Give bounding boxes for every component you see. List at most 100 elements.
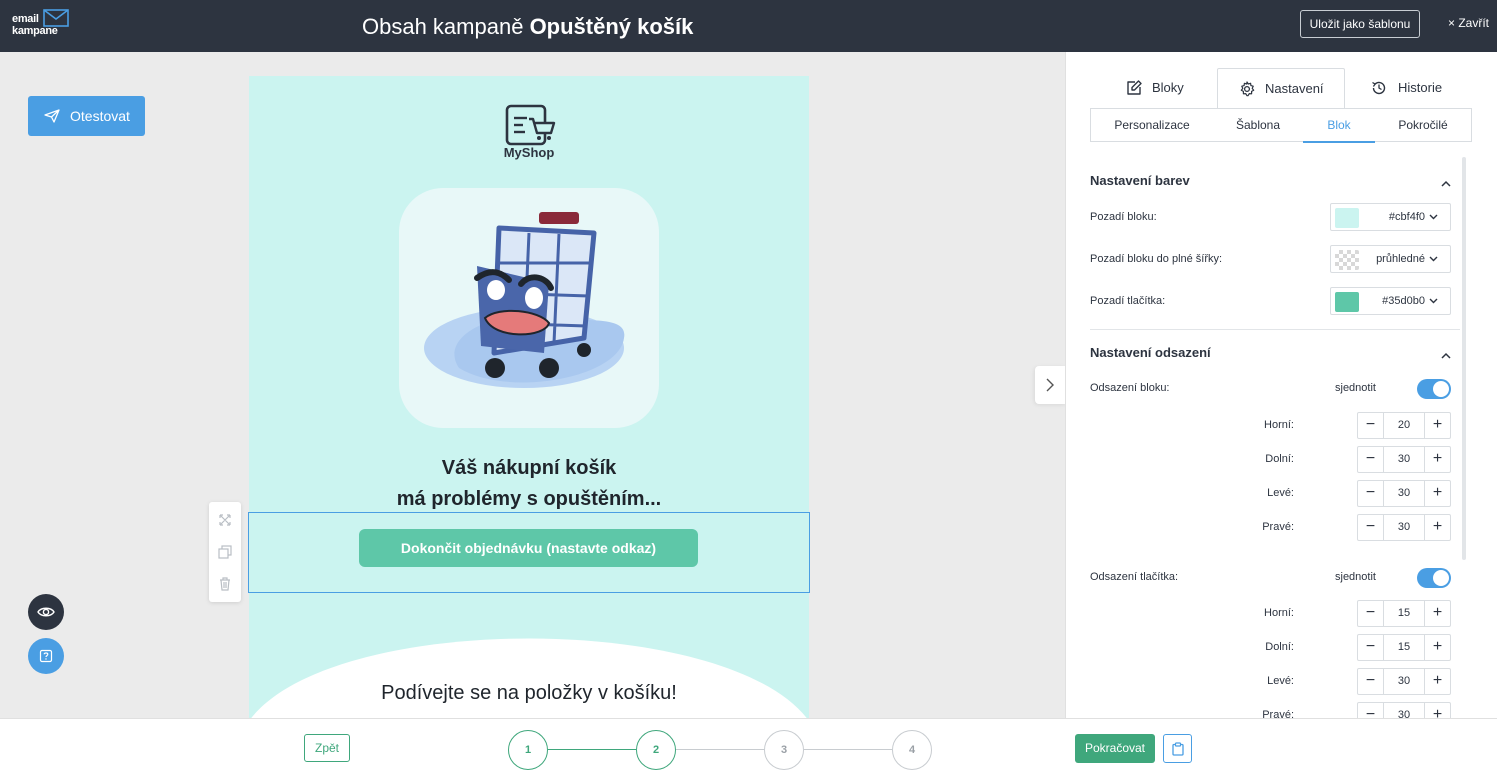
test-button[interactable]: Otestovat — [28, 96, 145, 136]
complete-order-button[interactable]: Dokončit objednávku (nastavte odkaz) — [359, 529, 698, 567]
decrement-button[interactable]: − — [1358, 601, 1384, 626]
subtab-blok[interactable]: Blok — [1303, 109, 1375, 143]
color-swatch — [1335, 208, 1359, 228]
block-padding-unify-toggle[interactable] — [1417, 379, 1451, 399]
panel-scrollbar[interactable] — [1462, 157, 1466, 560]
block-background-label: Pozadí bloku: — [1090, 211, 1157, 223]
step-2[interactable]: 2 — [636, 730, 676, 770]
increment-button[interactable]: + — [1424, 601, 1450, 626]
increment-button[interactable]: + — [1424, 515, 1450, 540]
subtab-sablona[interactable]: Šablona — [1213, 109, 1303, 143]
stepper-value[interactable]: 30 — [1384, 487, 1424, 499]
stepper-value[interactable]: 30 — [1384, 521, 1424, 533]
tab-bloky[interactable]: Bloky — [1102, 68, 1222, 108]
increment-button[interactable]: + — [1424, 447, 1450, 472]
decrement-button[interactable]: − — [1358, 447, 1384, 472]
sad-cart-illustration[interactable] — [399, 188, 659, 428]
block-background-select[interactable]: #cbf4f0 — [1330, 203, 1451, 231]
colors-section-title: Nastavení barev — [1090, 173, 1190, 188]
increment-button[interactable]: + — [1424, 669, 1450, 694]
decrement-button[interactable]: − — [1358, 669, 1384, 694]
shop-name: MyShop — [503, 145, 555, 160]
tab-nastaveni-label: Nastavení — [1265, 81, 1324, 96]
transparent-swatch-icon — [1335, 250, 1359, 270]
stepper-value[interactable]: 30 — [1384, 453, 1424, 465]
block-padding-bottom-stepper[interactable]: − 30 + — [1357, 446, 1451, 473]
subtab-personalizace[interactable]: Personalizace — [1091, 109, 1213, 143]
stepper-value[interactable]: 20 — [1384, 419, 1424, 431]
chevron-up-icon[interactable] — [1441, 352, 1451, 359]
block-padding-bottom-label: Dolní: — [1265, 453, 1294, 465]
decrement-button[interactable]: − — [1358, 481, 1384, 506]
preview-button[interactable] — [28, 594, 64, 630]
bottom-bar: Zpět 1 2 3 4 Pokračovat — [0, 718, 1497, 770]
color-value: #cbf4f0 — [1388, 211, 1425, 223]
app-logo[interactable]: email kampane — [12, 9, 72, 39]
full-width-background-select[interactable]: průhledné — [1330, 245, 1451, 273]
email-headline[interactable]: Váš nákupní košík má problémy s opuštění… — [249, 453, 809, 515]
color-swatch — [1335, 292, 1359, 312]
block-padding-top-stepper[interactable]: − 20 + — [1357, 412, 1451, 439]
block-padding-right-stepper[interactable]: − 30 + — [1357, 514, 1451, 541]
step-1[interactable]: 1 — [508, 730, 548, 770]
button-padding-label: Odsazení tlačítka: — [1090, 571, 1179, 583]
email-preview: MyShop Váš nákupní košík má problémy s o… — [249, 76, 809, 718]
stepper-value[interactable]: 15 — [1384, 607, 1424, 619]
button-padding-unify-toggle[interactable] — [1417, 568, 1451, 588]
button-padding-left-stepper[interactable]: − 30 + — [1357, 668, 1451, 695]
block-padding-top-label: Horní: — [1264, 419, 1294, 431]
back-button[interactable]: Zpět — [304, 734, 350, 762]
increment-button[interactable]: + — [1424, 481, 1450, 506]
duplicate-icon[interactable] — [218, 545, 232, 564]
move-icon[interactable] — [218, 513, 232, 532]
step-connector — [676, 749, 764, 750]
cart-items-heading[interactable]: Podívejte se na položky v košíku! — [249, 682, 809, 705]
clipboard-button[interactable] — [1163, 734, 1192, 763]
close-button[interactable]: × Zavřít — [1448, 16, 1489, 30]
headline-line-2: má problémy s opuštěním... — [396, 488, 662, 510]
save-as-template-button[interactable]: Uložit jako šablonu — [1300, 10, 1420, 38]
increment-button[interactable]: + — [1424, 413, 1450, 438]
block-padding-left-label: Levé: — [1267, 487, 1294, 499]
block-padding-unify-label: sjednotit — [1335, 382, 1376, 394]
chevron-up-icon[interactable] — [1441, 180, 1451, 187]
tab-nastaveni[interactable]: Nastavení — [1217, 68, 1345, 108]
clipboard-icon — [1172, 742, 1184, 756]
button-padding-unify-label: sjednotit — [1335, 571, 1376, 583]
button-background-select[interactable]: #35d0b0 — [1330, 287, 1451, 315]
button-padding-bottom-label: Dolní: — [1265, 641, 1294, 653]
button-padding-top-stepper[interactable]: − 15 + — [1357, 600, 1451, 627]
padding-section-title: Nastavení odsazení — [1090, 345, 1211, 360]
top-bar: email kampane Obsah kampaně Opuštěný koš… — [0, 0, 1497, 52]
decrement-button[interactable]: − — [1358, 413, 1384, 438]
chevron-down-icon — [1429, 298, 1438, 304]
tab-historie[interactable]: Historie — [1356, 68, 1466, 108]
page-title: Obsah kampaně Opuštěný košík — [362, 14, 693, 40]
settings-panel: Bloky Nastavení Historie Personalizace Š… — [1065, 52, 1497, 729]
step-3[interactable]: 3 — [764, 730, 804, 770]
stepper-value[interactable]: 30 — [1384, 675, 1424, 687]
color-value: průhledné — [1376, 253, 1425, 265]
tab-historie-label: Historie — [1398, 80, 1443, 95]
chevron-down-icon — [1429, 256, 1438, 262]
trash-icon[interactable] — [218, 577, 232, 596]
help-button[interactable] — [28, 638, 64, 674]
button-padding-bottom-stepper[interactable]: − 15 + — [1357, 634, 1451, 661]
sad-cart-icon — [424, 212, 625, 388]
subtab-pokrocile[interactable]: Pokročilé — [1375, 109, 1471, 143]
decrement-button[interactable]: − — [1358, 515, 1384, 540]
gear-icon — [1240, 81, 1255, 97]
increment-button[interactable]: + — [1424, 635, 1450, 660]
decrement-button[interactable]: − — [1358, 635, 1384, 660]
campaign-name: Opuštěný košík — [529, 14, 694, 39]
step-4[interactable]: 4 — [892, 730, 932, 770]
panel-collapse-button[interactable] — [1035, 366, 1066, 404]
headline-line-1: Váš nákupní košík — [441, 457, 617, 479]
edit-icon — [1127, 80, 1142, 95]
tab-bloky-label: Bloky — [1152, 80, 1184, 95]
logo-text-line1: email — [12, 13, 39, 25]
stepper-value[interactable]: 15 — [1384, 641, 1424, 653]
subtab-bar: Personalizace Šablona Blok Pokročilé — [1090, 108, 1472, 143]
continue-button[interactable]: Pokračovat — [1075, 734, 1155, 763]
block-padding-left-stepper[interactable]: − 30 + — [1357, 480, 1451, 507]
